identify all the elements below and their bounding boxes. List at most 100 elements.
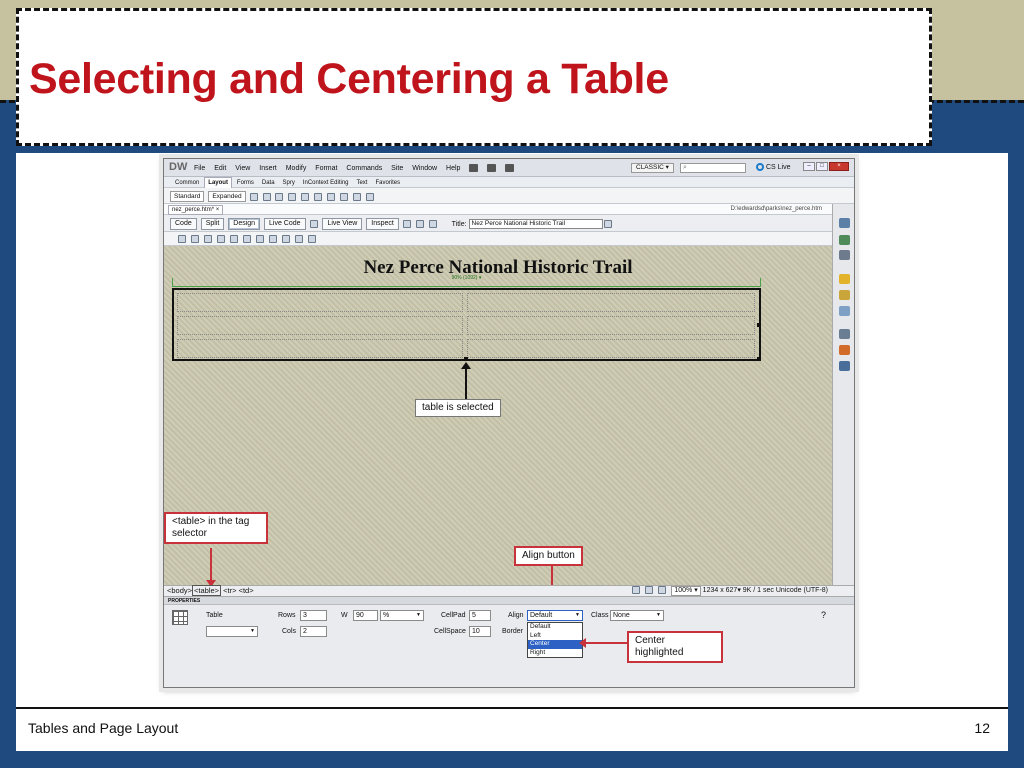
menu-window[interactable]: Window: [412, 165, 437, 172]
browse-bridge-icon[interactable]: [203, 235, 212, 243]
insert-panel-icon[interactable]: [839, 218, 850, 228]
menu-commands[interactable]: Commands: [346, 165, 382, 172]
rows-input[interactable]: 3: [300, 610, 327, 621]
select-tool-icon[interactable]: [632, 586, 641, 595]
refresh-icon[interactable]: [428, 220, 437, 228]
tab-spry[interactable]: Spry: [280, 178, 298, 188]
align-option-left[interactable]: Left: [528, 632, 582, 641]
preview-icon[interactable]: [415, 220, 424, 228]
assets-icon[interactable]: [839, 290, 850, 300]
frames-icon[interactable]: [353, 192, 362, 201]
behaviors-icon[interactable]: [839, 329, 850, 339]
table-cell[interactable]: [467, 339, 755, 358]
table-id-select[interactable]: [206, 626, 258, 637]
css-styles-icon[interactable]: [839, 235, 850, 245]
menu-view[interactable]: View: [235, 165, 250, 172]
globe-icon[interactable]: [402, 220, 411, 228]
compatibility-icon[interactable]: [309, 220, 318, 228]
class-select[interactable]: None: [610, 610, 664, 621]
width-input[interactable]: 90: [353, 610, 378, 621]
file-management-icon[interactable]: [604, 220, 613, 228]
resize-handle-bottom[interactable]: [464, 357, 468, 361]
tab-common[interactable]: Common: [172, 178, 202, 188]
hand-tool-icon[interactable]: [645, 586, 654, 595]
design-view[interactable]: Nez Perce National Historic Trail 90% (1…: [164, 246, 832, 587]
tag-td[interactable]: <td>: [239, 586, 254, 595]
paste-icon[interactable]: [281, 235, 290, 243]
width-unit-select[interactable]: %: [380, 610, 424, 621]
layout-icon[interactable]: [469, 164, 479, 172]
align-dropdown[interactable]: Default Left Center Right: [527, 622, 583, 658]
selected-table[interactable]: [172, 288, 761, 361]
resize-handle-corner[interactable]: [757, 357, 761, 361]
align-option-center[interactable]: Center: [528, 640, 582, 649]
align-option-default[interactable]: Default: [528, 623, 582, 632]
tab-text[interactable]: Text: [353, 178, 370, 188]
restore-button[interactable]: □: [816, 162, 828, 171]
insert-row-above-icon[interactable]: [288, 192, 297, 201]
cellpad-input[interactable]: 5: [469, 610, 491, 621]
undo-icon[interactable]: [294, 235, 303, 243]
div-icon[interactable]: [249, 192, 258, 201]
expanded-mode-button[interactable]: Expanded: [208, 191, 246, 202]
cols-input[interactable]: 2: [300, 626, 327, 637]
tab-favorites[interactable]: Favorites: [372, 178, 403, 188]
databases-icon[interactable]: [839, 345, 850, 355]
table-cell[interactable]: [177, 293, 463, 312]
site-icon[interactable]: [505, 164, 515, 172]
extend-icon[interactable]: [487, 164, 497, 172]
menu-modify[interactable]: Modify: [286, 165, 307, 172]
code-view-button[interactable]: Code: [170, 218, 197, 230]
zoom-select[interactable]: 100% ▾: [671, 586, 701, 596]
table-cell[interactable]: [177, 316, 463, 335]
close-button[interactable]: ×: [829, 162, 849, 171]
table-width-label[interactable]: 90% (1092) ▾: [449, 275, 484, 281]
menu-help[interactable]: Help: [446, 165, 460, 172]
ap-elements-icon[interactable]: [839, 250, 850, 260]
tag-table[interactable]: <table>: [192, 585, 222, 596]
design-view-button[interactable]: Design: [228, 218, 261, 230]
spry-menu-icon[interactable]: [366, 192, 375, 201]
tab-forms[interactable]: Forms: [234, 178, 257, 188]
new-file-icon[interactable]: [178, 235, 186, 243]
split-view-button[interactable]: Split: [200, 218, 225, 230]
tag-body[interactable]: <body>: [167, 586, 192, 595]
print-code-icon[interactable]: [242, 235, 251, 243]
snippets-icon[interactable]: [839, 306, 850, 316]
workspace-switcher[interactable]: CLASSIC ▾: [631, 163, 674, 173]
ap-div-icon[interactable]: [262, 192, 271, 201]
menu-file[interactable]: File: [194, 165, 205, 172]
tab-incontext-editing[interactable]: InContext Editing: [300, 178, 352, 188]
table-width-indicator[interactable]: 90% (1092) ▾: [172, 275, 761, 287]
window-size[interactable]: 1234 x 627▾: [703, 587, 741, 594]
menu-format[interactable]: Format: [315, 165, 337, 172]
document-tab[interactable]: nez_perce.htm* ×: [168, 205, 224, 215]
tag-tr[interactable]: <tr>: [223, 586, 236, 595]
tab-layout[interactable]: Layout: [204, 177, 232, 188]
table-cell[interactable]: [467, 293, 755, 312]
redo-icon[interactable]: [307, 235, 316, 243]
tab-data[interactable]: Data: [259, 178, 278, 188]
align-option-right[interactable]: Right: [528, 649, 582, 658]
menu-site[interactable]: Site: [391, 165, 403, 172]
copy-icon[interactable]: [268, 235, 277, 243]
open-folder-icon[interactable]: [190, 235, 199, 243]
standard-mode-button[interactable]: Standard: [170, 191, 205, 202]
live-view-button[interactable]: Live View: [322, 218, 363, 230]
live-code-button[interactable]: Live Code: [264, 218, 306, 230]
table-cell[interactable]: [177, 339, 463, 358]
align-select[interactable]: Default: [527, 610, 583, 621]
insert-column-right-icon[interactable]: [327, 192, 336, 201]
save-icon[interactable]: [216, 235, 225, 243]
bindings-icon[interactable]: [839, 361, 850, 371]
resize-handle-right[interactable]: [757, 323, 761, 327]
save-all-icon[interactable]: [229, 235, 238, 243]
help-icon[interactable]: ?: [821, 610, 826, 620]
menu-edit[interactable]: Edit: [214, 165, 226, 172]
minimize-button[interactable]: –: [803, 162, 815, 171]
cut-icon[interactable]: [255, 235, 264, 243]
page-title-input[interactable]: Nez Perce National Historic Trail: [468, 219, 603, 229]
cs-live-button[interactable]: CS Live: [756, 163, 791, 171]
table-cell[interactable]: [467, 316, 755, 335]
iframe-icon[interactable]: [340, 192, 349, 201]
